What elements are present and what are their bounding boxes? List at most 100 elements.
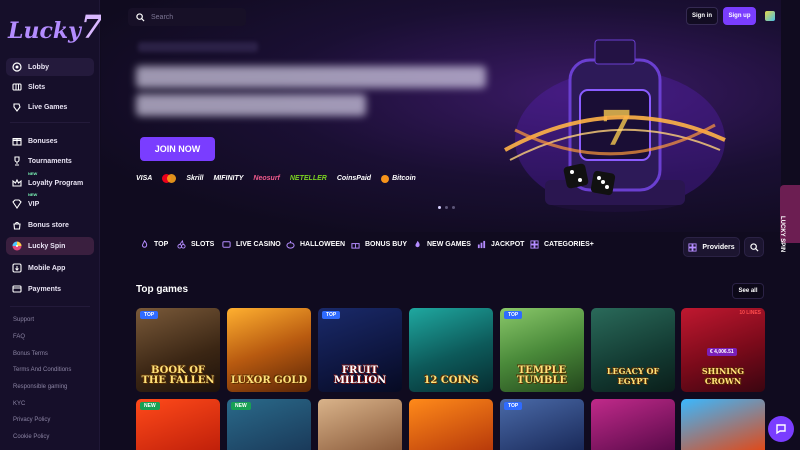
sidebar-item-label: Slots <box>28 83 46 91</box>
sidebar-item-slots[interactable]: Slots <box>6 78 94 96</box>
game-card[interactable]: 12 COINS <box>409 308 493 392</box>
carousel-dot[interactable] <box>452 206 455 209</box>
signin-button[interactable]: Sign in <box>686 7 718 25</box>
game-card[interactable]: LUXOR GOLD <box>227 308 311 392</box>
sidebar-item-label: Loyalty Program <box>28 179 84 187</box>
grid-icon <box>688 242 697 252</box>
game-card[interactable]: TOP TEMPLE TUMBLE <box>500 308 584 392</box>
footer-link-bonus-terms[interactable]: Bonus Terms <box>13 351 48 357</box>
search-icon <box>136 12 145 22</box>
sidebar-item-payments[interactable]: Payments <box>6 280 94 298</box>
game-card[interactable]: NEW <box>136 399 220 450</box>
footer-link-terms[interactable]: Terms And Conditions <box>13 367 71 373</box>
game-card[interactable] <box>591 399 675 450</box>
logo[interactable]: Lucky7 <box>8 8 103 48</box>
pumpkin-icon <box>286 240 295 249</box>
sidebar-item-mobile-app[interactable]: Mobile App <box>6 259 94 277</box>
carousel-dot[interactable] <box>438 206 441 209</box>
category-bonus-buy[interactable]: BONUS BUY <box>351 240 407 249</box>
category-label: CATEGORIES+ <box>544 241 594 248</box>
search-bar[interactable]: Search <box>128 8 246 26</box>
search-input[interactable]: Search <box>151 14 173 21</box>
category-slots[interactable]: SLOTS <box>177 240 214 249</box>
footer-link-responsible-gaming[interactable]: Responsible gaming <box>13 384 67 390</box>
sidebar-item-bonus-store[interactable]: Bonus store <box>6 216 94 234</box>
game-card[interactable]: 10 LINES € 4,006.51 SHINING CROWN <box>681 308 765 392</box>
game-card[interactable]: TOP BOOK OF THE FALLEN <box>136 308 220 392</box>
bitcoin-icon <box>381 174 390 183</box>
game-title: TEMPLE TUMBLE <box>516 365 568 386</box>
game-card[interactable] <box>318 399 402 450</box>
flame-icon <box>413 240 422 249</box>
chat-button[interactable] <box>768 416 794 442</box>
sidebar-item-tournaments[interactable]: Tournaments <box>6 152 94 170</box>
see-all-button[interactable]: See all <box>732 283 764 299</box>
sidebar-item-label: Bonuses <box>28 137 58 145</box>
category-top[interactable]: TOP <box>140 240 168 249</box>
footer-link-faq[interactable]: FAQ <box>13 334 25 340</box>
category-more[interactable]: CATEGORIES+ <box>530 240 594 249</box>
lucky-spin-tab-label: LUCKY SPIN <box>779 216 785 253</box>
wheel-icon <box>12 241 22 251</box>
store-icon <box>12 220 22 230</box>
sidebar-item-loyalty[interactable]: NEW Loyalty Program <box>6 171 94 192</box>
category-new-games[interactable]: NEW GAMES <box>413 240 471 249</box>
join-now-button[interactable]: JOIN NOW <box>140 137 215 161</box>
game-title: LEGACY OF EGYPT <box>606 366 660 386</box>
slot-machine-illustration: 7 <box>500 30 730 220</box>
skrill-logo: Skrill <box>186 175 204 182</box>
sidebar-item-lobby[interactable]: Lobby <box>6 58 94 76</box>
payment-methods: VISA Skrill MIFINITY Neosurf NETELLER Co… <box>136 174 416 183</box>
category-halloween[interactable]: HALLOWEEN <box>286 240 345 249</box>
sidebar-item-label: Live Games <box>28 103 68 111</box>
new-badge: NEW <box>231 402 251 410</box>
game-card[interactable]: TOP <box>500 399 584 450</box>
sidebar-item-vip[interactable]: NEW VIP <box>6 192 94 213</box>
game-card[interactable]: TOP FRUIT MILLION <box>318 308 402 392</box>
carousel-dot[interactable] <box>445 206 448 209</box>
game-title: LUXOR GOLD <box>230 375 308 386</box>
jackpot-amount: € 4,006.51 <box>707 348 737 356</box>
game-title: BOOK OF THE FALLEN <box>141 365 215 386</box>
game-card[interactable] <box>409 399 493 450</box>
category-live-casino[interactable]: LIVE CASINO <box>222 240 281 249</box>
game-title: FRUIT MILLION <box>333 365 387 386</box>
footer-link-kyc[interactable]: KYC <box>13 401 25 407</box>
sidebar-item-label: Bonus store <box>28 221 69 229</box>
section-title: Top games <box>136 284 189 295</box>
logo-text: Lucky <box>8 18 81 44</box>
divider <box>10 122 90 123</box>
game-title: SHINING CROWN <box>701 366 745 386</box>
visa-logo: VISA <box>136 175 153 182</box>
download-icon <box>12 263 22 273</box>
sidebar-item-live-games[interactable]: Live Games <box>6 98 94 116</box>
footer-link-privacy[interactable]: Privacy Policy <box>13 417 50 423</box>
sidebar-item-label: VIP <box>28 200 40 208</box>
game-search-button[interactable] <box>744 237 764 257</box>
hero-blurred-subtitle <box>138 42 258 52</box>
footer-link-cookie[interactable]: Cookie Policy <box>13 434 49 440</box>
language-flag-icon[interactable] <box>765 11 775 21</box>
crown-icon <box>12 178 22 188</box>
sidebar-item-label: Tournaments <box>28 157 72 165</box>
signup-button[interactable]: Sign up <box>723 7 756 25</box>
sidebar: Lucky7 Lobby Slots Live Games Bonuses To… <box>0 0 103 450</box>
sidebar-item-label: Mobile App <box>28 264 66 272</box>
new-badge: NEW <box>140 402 160 410</box>
sidebar-item-bonuses[interactable]: Bonuses <box>6 132 94 150</box>
providers-button[interactable]: Providers <box>683 237 740 257</box>
game-card[interactable] <box>681 399 765 450</box>
card-icon <box>12 284 22 294</box>
coinspaid-logo: CoinsPaid <box>336 175 372 182</box>
lines-badge: 10 LINES <box>739 310 761 316</box>
logo-seven: 7 <box>80 8 104 46</box>
game-card[interactable]: NEW <box>227 399 311 450</box>
new-badge: NEW <box>28 171 38 176</box>
slots-icon <box>12 82 22 92</box>
sidebar-item-lucky-spin[interactable]: Lucky Spin <box>6 237 94 255</box>
game-card[interactable]: LEGACY OF EGYPT <box>591 308 675 392</box>
search-icon <box>749 242 759 252</box>
chat-icon <box>776 424 786 435</box>
category-jackpot[interactable]: JACKPOT <box>477 240 524 249</box>
footer-link-support[interactable]: Support <box>13 317 34 323</box>
